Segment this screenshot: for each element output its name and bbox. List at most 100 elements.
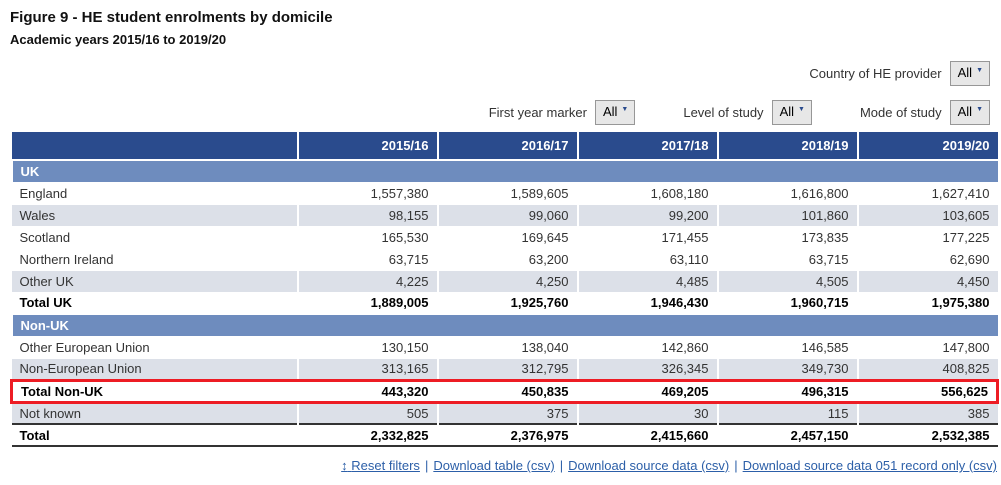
- value-cell: 326,345: [578, 358, 718, 380]
- value-cell: 2,415,660: [578, 424, 718, 446]
- row-label: Total: [12, 424, 298, 446]
- level-dropdown[interactable]: All ▼: [772, 100, 812, 125]
- value-cell: 63,110: [578, 248, 718, 270]
- value-cell: 2,376,975: [438, 424, 578, 446]
- row-label: Non-European Union: [12, 358, 298, 380]
- chevron-down-icon: ▼: [976, 106, 983, 113]
- column-header: 2015/16: [298, 132, 438, 160]
- value-cell: 130,150: [298, 336, 438, 358]
- value-cell: 496,315: [718, 380, 858, 402]
- column-header: 2019/20: [858, 132, 998, 160]
- value-cell: 99,060: [438, 204, 578, 226]
- section-header-row: Non-UK: [12, 314, 998, 336]
- value-cell: 1,889,005: [298, 292, 438, 314]
- value-cell: 1,608,180: [578, 182, 718, 204]
- first-year-dropdown-value: All: [603, 104, 617, 119]
- value-cell: 450,835: [438, 380, 578, 402]
- filter-first-year-marker: First year marker All ▼: [489, 100, 636, 125]
- footer-links: ↕ Reset filters | Download table (csv) | Dow…: [0, 458, 1001, 473]
- column-header: 2018/19: [718, 132, 858, 160]
- value-cell: 2,457,150: [718, 424, 858, 446]
- value-cell: 1,589,605: [438, 182, 578, 204]
- reset-filters-icon: ↕: [341, 458, 348, 473]
- table-row: Non-European Union313,165312,795326,3453…: [12, 358, 998, 380]
- reset-filters-link[interactable]: ↕ Reset filters: [341, 458, 420, 473]
- header-row: 2015/16 2016/17 2017/18 2018/19 2019/20: [12, 132, 998, 160]
- value-cell: 146,585: [718, 336, 858, 358]
- value-cell: 375: [438, 402, 578, 424]
- value-cell: 4,450: [858, 270, 998, 292]
- filter-level-of-study: Level of study All ▼: [683, 100, 812, 125]
- value-cell: 138,040: [438, 336, 578, 358]
- mode-dropdown[interactable]: All ▼: [950, 100, 990, 125]
- value-cell: 4,505: [718, 270, 858, 292]
- filter-label-mode: Mode of study: [860, 105, 942, 120]
- value-cell: 1,946,430: [578, 292, 718, 314]
- download-source-data-link[interactable]: Download source data (csv): [568, 458, 729, 473]
- value-cell: 165,530: [298, 226, 438, 248]
- value-cell: 505: [298, 402, 438, 424]
- download-source-data-051-link[interactable]: Download source data 051 record only (cs…: [743, 458, 997, 473]
- value-cell: 1,616,800: [718, 182, 858, 204]
- mode-dropdown-value: All: [958, 104, 972, 119]
- filter-country-of-he-provider: Country of HE provider All ▼: [809, 61, 990, 86]
- filter-row-1: Country of HE provider All ▼: [0, 60, 1001, 86]
- value-cell: 1,557,380: [298, 182, 438, 204]
- row-label: Other European Union: [12, 336, 298, 358]
- country-dropdown-value: All: [958, 65, 972, 80]
- value-cell: 63,715: [298, 248, 438, 270]
- value-cell: 173,835: [718, 226, 858, 248]
- value-cell: 115: [718, 402, 858, 424]
- column-header: 2016/17: [438, 132, 578, 160]
- value-cell: 385: [858, 402, 998, 424]
- enrolments-table: 2015/16 2016/17 2017/18 2018/19 2019/20 …: [10, 132, 999, 447]
- table-row: Total UK1,889,0051,925,7601,946,4301,960…: [12, 292, 998, 314]
- row-label: Scotland: [12, 226, 298, 248]
- value-cell: 4,250: [438, 270, 578, 292]
- value-cell: 2,332,825: [298, 424, 438, 446]
- filter-row-2: First year marker All ▼ Level of study A…: [0, 99, 1001, 125]
- value-cell: 171,455: [578, 226, 718, 248]
- table-row: Other European Union130,150138,040142,86…: [12, 336, 998, 358]
- chevron-down-icon: ▼: [621, 106, 628, 113]
- value-cell: 1,960,715: [718, 292, 858, 314]
- row-label: Total UK: [12, 292, 298, 314]
- filter-label-country: Country of HE provider: [809, 66, 941, 81]
- table-row: Not known50537530115385: [12, 402, 998, 424]
- country-dropdown[interactable]: All ▼: [950, 61, 990, 86]
- value-cell: 408,825: [858, 358, 998, 380]
- value-cell: 101,860: [718, 204, 858, 226]
- value-cell: 103,605: [858, 204, 998, 226]
- value-cell: 99,200: [578, 204, 718, 226]
- row-label: Not known: [12, 402, 298, 424]
- link-separator: |: [734, 458, 737, 473]
- value-cell: 4,225: [298, 270, 438, 292]
- table-row: Northern Ireland63,71563,20063,11063,715…: [12, 248, 998, 270]
- first-year-dropdown[interactable]: All ▼: [595, 100, 635, 125]
- value-cell: 1,925,760: [438, 292, 578, 314]
- value-cell: 98,155: [298, 204, 438, 226]
- section-header-row: UK: [12, 160, 998, 182]
- row-label: England: [12, 182, 298, 204]
- column-header: 2017/18: [578, 132, 718, 160]
- value-cell: 1,975,380: [858, 292, 998, 314]
- value-cell: 62,690: [858, 248, 998, 270]
- page-subtitle: Academic years 2015/16 to 2019/20: [0, 26, 1001, 47]
- row-label: Other UK: [12, 270, 298, 292]
- value-cell: 313,165: [298, 358, 438, 380]
- section-label: UK: [12, 160, 998, 182]
- link-separator: |: [560, 458, 563, 473]
- page-title: Figure 9 - HE student enrolments by domi…: [0, 0, 1001, 26]
- row-label: Total Non-UK: [12, 380, 298, 402]
- table-row: Total2,332,8252,376,9752,415,6602,457,15…: [12, 424, 998, 446]
- value-cell: 443,320: [298, 380, 438, 402]
- filter-label-level: Level of study: [683, 105, 763, 120]
- value-cell: 142,860: [578, 336, 718, 358]
- value-cell: 349,730: [718, 358, 858, 380]
- section-label: Non-UK: [12, 314, 998, 336]
- row-label: Wales: [12, 204, 298, 226]
- value-cell: 169,645: [438, 226, 578, 248]
- value-cell: 63,715: [718, 248, 858, 270]
- table-row: Scotland165,530169,645171,455173,835177,…: [12, 226, 998, 248]
- download-table-link[interactable]: Download table (csv): [433, 458, 554, 473]
